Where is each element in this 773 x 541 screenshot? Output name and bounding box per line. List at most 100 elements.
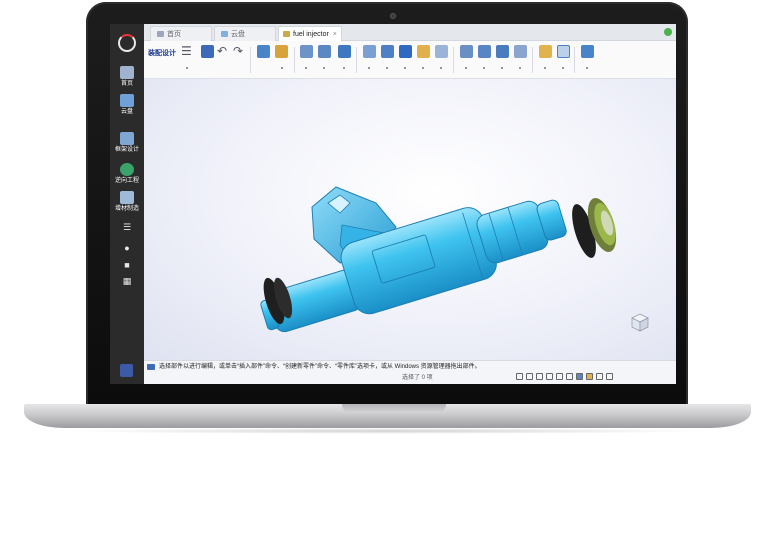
status-bar: 选择部件以进行编辑，或单击“插入部件”命令、“创建新零件”命令、“零件库”选项卡…	[144, 360, 676, 384]
dropdown-icon[interactable]	[422, 67, 424, 69]
toolbar-separator	[453, 47, 454, 73]
dropdown-icon[interactable]	[501, 67, 503, 69]
rotate-view-icon[interactable]	[546, 373, 553, 380]
laptop-notch	[342, 404, 446, 413]
frame-design-icon	[120, 132, 134, 145]
dropdown-icon[interactable]	[368, 67, 370, 69]
dropdown-icon[interactable]	[544, 67, 546, 69]
toolbar-separator	[532, 47, 533, 73]
explode-view-icon[interactable]	[581, 45, 594, 58]
book-icon[interactable]	[120, 364, 133, 377]
view-top-icon[interactable]	[496, 45, 509, 58]
tab-label: 首页	[167, 31, 181, 38]
tab-home[interactable]: 首页	[150, 26, 212, 41]
settings-icon[interactable]	[606, 373, 613, 380]
dropdown-icon[interactable]	[586, 67, 588, 69]
pattern-icon[interactable]	[363, 45, 376, 58]
create-part-icon[interactable]	[275, 45, 288, 58]
tab-fuel-injector[interactable]: fuel injector ×	[278, 26, 342, 41]
grid-icon[interactable]: ▦	[110, 276, 144, 286]
sidebar-item-label: 框架设计	[114, 147, 139, 153]
save-icon[interactable]	[201, 45, 214, 58]
menu-icon[interactable]: ☰	[181, 44, 192, 58]
sidebar-item-label: 增材制造	[114, 206, 139, 212]
cloud-sync-icon[interactable]	[664, 28, 672, 36]
dropdown-icon[interactable]	[343, 67, 345, 69]
sidebar-item-additive-manufacturing[interactable]: 增材制造	[110, 191, 144, 213]
section-view-icon[interactable]	[566, 373, 573, 380]
laptop-shadow	[60, 428, 715, 434]
box-view-icon[interactable]	[557, 45, 570, 58]
left-sidebar: 首页 云盘 框架设计 逆向工程 增材制造 ☰ ● ■ ▦	[110, 24, 144, 384]
tab-label: 云盘	[231, 31, 245, 38]
additive-manufacturing-icon	[120, 191, 134, 204]
home-icon	[157, 31, 164, 37]
toolbar-separator	[574, 47, 575, 73]
assembly-icon	[283, 31, 290, 37]
dropdown-icon[interactable]	[440, 67, 442, 69]
dropdown-icon[interactable]	[386, 67, 388, 69]
plane-icon[interactable]	[435, 45, 448, 58]
home-icon	[120, 66, 134, 79]
view-cube-icon[interactable]	[629, 311, 651, 333]
status-tools	[516, 373, 616, 383]
sidebar-item-label: 逆向工程	[114, 178, 139, 184]
lighting-icon[interactable]	[596, 373, 603, 380]
sidebar-item-home[interactable]: 首页	[110, 66, 144, 88]
insert-component-icon[interactable]	[257, 45, 270, 58]
mirror-icon[interactable]	[381, 45, 394, 58]
view-iso-icon[interactable]	[460, 45, 473, 58]
dropdown-icon[interactable]	[305, 67, 307, 69]
block-icon[interactable]	[399, 45, 412, 58]
fuel-injector-model[interactable]	[144, 79, 676, 360]
sidebar-item-reverse-engineering[interactable]: 逆向工程	[110, 163, 144, 185]
pan-icon[interactable]	[536, 373, 543, 380]
dropdown-icon[interactable]	[519, 67, 521, 69]
tab-label: fuel injector	[293, 31, 329, 38]
snap-icon[interactable]	[516, 373, 523, 380]
ribbon-title: 装配设计	[148, 50, 176, 57]
render-icon[interactable]	[539, 45, 552, 58]
move-component-icon[interactable]	[300, 45, 313, 58]
view-right-icon[interactable]	[514, 45, 527, 58]
dropdown-icon[interactable]	[483, 67, 485, 69]
undo-icon[interactable]: ↶	[217, 44, 227, 58]
dropdown-icon[interactable]	[186, 67, 188, 69]
bell-icon[interactable]: ●	[110, 243, 144, 253]
toolbar-separator	[294, 47, 295, 73]
rotate-component-icon[interactable]	[318, 45, 331, 58]
view-front-icon[interactable]	[478, 45, 491, 58]
sliders-icon[interactable]: ☰	[110, 222, 144, 232]
sketch-icon[interactable]	[417, 45, 430, 58]
sidebar-item-label: 云盘	[120, 109, 133, 115]
sidebar-item-frame-design[interactable]: 框架设计	[110, 132, 144, 154]
dropdown-icon[interactable]	[562, 67, 564, 69]
dropdown-icon[interactable]	[465, 67, 467, 69]
zoom-icon[interactable]	[526, 373, 533, 380]
app-logo-icon[interactable]	[118, 34, 136, 52]
toolbar-separator	[356, 47, 357, 73]
close-icon[interactable]: ×	[333, 31, 337, 38]
render-mode-icon[interactable]	[586, 373, 593, 380]
selection-count: 选择了 0 项	[402, 375, 433, 381]
cloud-drive-icon	[120, 94, 134, 107]
status-message: 选择部件以进行编辑，或单击“插入部件”命令、“创建新零件”命令、“零件库”选项卡…	[159, 364, 481, 370]
dropdown-icon[interactable]	[404, 67, 406, 69]
3d-viewport[interactable]	[144, 79, 676, 360]
redo-icon[interactable]: ↷	[233, 44, 243, 58]
injector-body[interactable]	[251, 181, 573, 344]
display-style-icon[interactable]	[576, 373, 583, 380]
webcam	[390, 13, 396, 19]
mate-icon[interactable]	[338, 45, 351, 58]
dropdown-icon[interactable]	[323, 67, 325, 69]
toolbar-separator	[250, 47, 251, 73]
sidebar-item-label: 首页	[120, 81, 133, 87]
app-window: 首页 云盘 框架设计 逆向工程 增材制造 ☰ ● ■ ▦ 首页 云盘 fuel …	[110, 24, 676, 384]
sidebar-item-cloud-drive[interactable]: 云盘	[110, 94, 144, 116]
reverse-engineering-icon	[120, 163, 134, 176]
tab-cloud[interactable]: 云盘	[214, 26, 276, 41]
user-icon[interactable]: ■	[110, 260, 144, 270]
ribbon-toolbar: 装配设计 ☰ ↶ ↷	[144, 41, 676, 79]
dropdown-icon[interactable]	[281, 67, 283, 69]
fit-view-icon[interactable]	[556, 373, 563, 380]
